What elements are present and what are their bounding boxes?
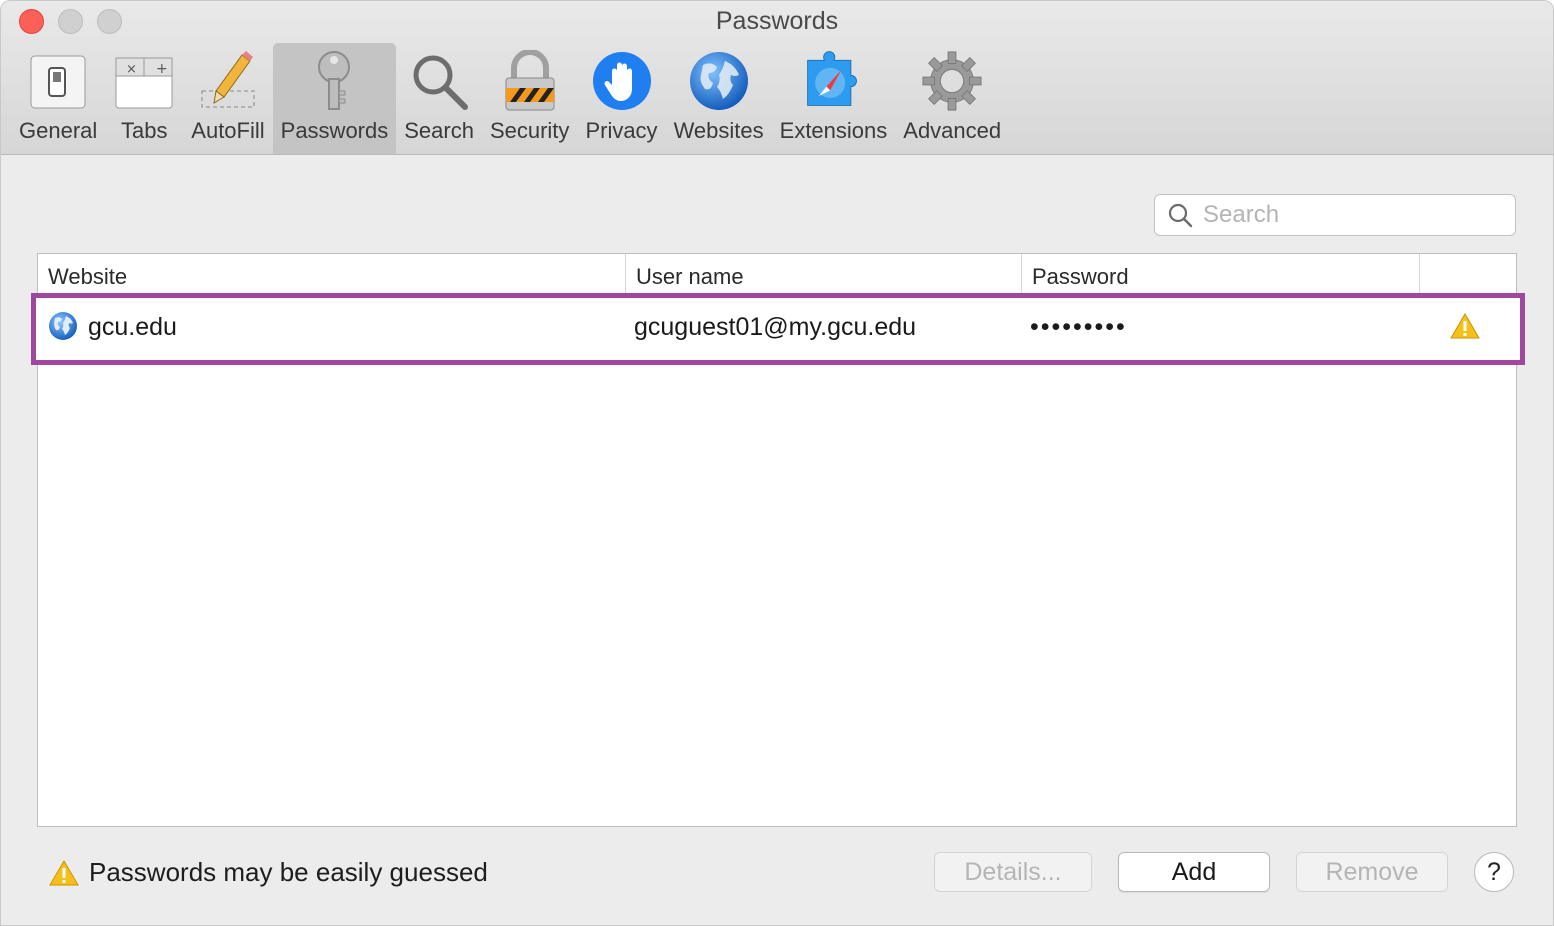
password-cell: •••••••••	[1030, 313, 1127, 341]
column-header-website[interactable]: Website	[38, 254, 626, 296]
tab-autofill[interactable]: AutoFill	[183, 43, 272, 154]
details-button[interactable]: Details...	[934, 852, 1092, 892]
tab-label: Passwords	[280, 118, 389, 143]
warning-icon	[49, 859, 79, 885]
tab-tabs[interactable]: × + Tabs	[105, 43, 183, 154]
tab-websites[interactable]: Websites	[666, 43, 772, 154]
tab-label: Advanced	[903, 118, 1002, 143]
tab-label: Privacy	[585, 118, 658, 143]
website-cell: gcu.edu	[88, 313, 177, 341]
search-icon	[1168, 203, 1193, 228]
add-button[interactable]: Add	[1118, 852, 1270, 892]
warning-text: Passwords may be easily guessed	[89, 857, 488, 887]
weak-password-warning: Passwords may be easily guessed	[49, 857, 488, 888]
tab-label: Security	[489, 118, 570, 143]
globe-icon	[49, 312, 77, 340]
puzzle-icon	[802, 50, 864, 112]
tab-search[interactable]: Search	[396, 43, 482, 154]
window-title: Passwords	[715, 7, 839, 35]
key-icon	[303, 50, 365, 112]
preferences-toolbar: General × + Tabs AutoFill Passwords Sear…	[11, 43, 1009, 154]
help-button[interactable]: ?	[1474, 852, 1514, 892]
warning-icon	[1450, 313, 1480, 339]
search-field[interactable]	[1154, 194, 1516, 236]
tabs-icon: × +	[113, 50, 175, 112]
globe-icon	[688, 50, 750, 112]
column-header-username[interactable]: User name	[626, 254, 1022, 296]
passwords-table: Website User name Password gcu.edu gcugu…	[31, 253, 1525, 827]
pencil-icon	[197, 50, 259, 112]
username-cell: gcuguest01@my.gcu.edu	[634, 313, 917, 341]
tab-advanced[interactable]: Advanced	[895, 43, 1009, 154]
tab-label: Search	[404, 118, 474, 143]
tab-label: Websites	[673, 118, 764, 143]
title-bar: Passwords General × + Tabs AutoFill Pass…	[1, 1, 1553, 155]
svg-text:+: +	[156, 61, 168, 77]
tab-label: Tabs	[121, 118, 168, 143]
tab-general[interactable]: General	[11, 43, 105, 154]
tab-security[interactable]: Security	[482, 43, 577, 154]
tab-extensions[interactable]: Extensions	[772, 43, 896, 154]
tab-label: AutoFill	[191, 118, 265, 143]
tab-label: Extensions	[779, 118, 888, 143]
preferences-window: Passwords General × + Tabs AutoFill Pass…	[0, 0, 1554, 926]
table-header: Website User name Password	[38, 254, 1516, 296]
hand-icon	[591, 50, 653, 112]
tab-passwords[interactable]: Passwords	[272, 43, 397, 154]
remove-button[interactable]: Remove	[1296, 852, 1448, 892]
tab-privacy[interactable]: Privacy	[577, 43, 665, 154]
gear-icon	[921, 50, 983, 112]
search-input[interactable]	[1203, 201, 1503, 229]
svg-text:×: ×	[126, 62, 137, 77]
lock-icon	[499, 50, 561, 112]
tab-label: General	[19, 118, 98, 143]
column-header-password[interactable]: Password	[1022, 254, 1420, 296]
magnifier-icon	[408, 50, 470, 112]
column-header-status	[1420, 254, 1516, 296]
table-row[interactable]: gcu.edu gcuguest01@my.gcu.edu •••••••••	[31, 293, 1525, 365]
switch-icon	[27, 50, 89, 112]
